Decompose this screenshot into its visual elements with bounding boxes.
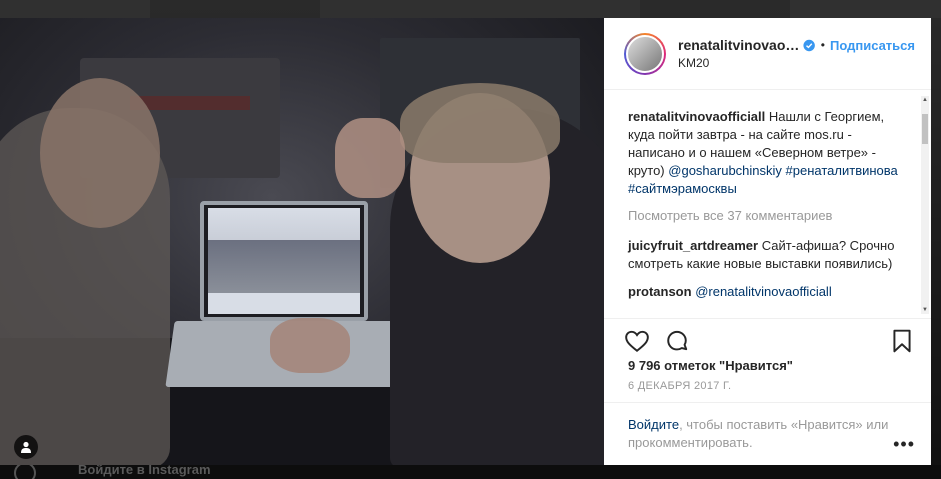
comment-icon[interactable]	[664, 328, 690, 354]
verified-icon	[803, 39, 816, 51]
post-location[interactable]: KM20	[678, 56, 915, 70]
background-tile	[790, 0, 941, 18]
post-header: renatalitvinovaoff... • Подписаться KM20	[604, 18, 931, 90]
scroll-up-arrow-icon[interactable]: ▲	[921, 96, 929, 104]
post-modal: renatalitvinovaoff... • Подписаться KM20…	[0, 18, 931, 465]
avatar[interactable]	[624, 32, 666, 75]
likes-count[interactable]: 9 796 отметок "Нравится"	[628, 358, 793, 373]
background-tile	[0, 0, 150, 18]
post-side-panel: renatalitvinovaoff... • Подписаться KM20…	[604, 18, 931, 465]
comments-scrollbar[interactable]: ▲ ▼	[921, 96, 929, 314]
caption: renatalitvinovaofficiall Нашли с Георгие…	[628, 108, 911, 198]
user-tag-button[interactable]	[14, 435, 38, 459]
comments-list[interactable]: renatalitvinovaofficiall Нашли с Георгие…	[604, 90, 931, 318]
scrollbar-thumb[interactable]	[922, 114, 928, 144]
woman-hair-shape	[400, 83, 560, 163]
post-username[interactable]: renatalitvinovaoff...	[678, 37, 799, 53]
caption-mention[interactable]: @gosharubchinskiy	[668, 163, 782, 178]
view-all-comments-link[interactable]: Посмотреть все 37 комментариев	[628, 208, 911, 223]
man-head-shape	[40, 78, 160, 228]
post-date[interactable]: 6 ДЕКАБРЯ 2017 Г.	[628, 380, 731, 392]
bookmark-icon[interactable]	[889, 328, 915, 354]
hand-on-laptop-shape	[270, 318, 350, 373]
more-options-icon[interactable]: •••	[893, 434, 915, 455]
comment-username[interactable]: juicyfruit_artdreamer	[628, 238, 758, 253]
background-tile	[320, 0, 640, 18]
comment: protanson @renatalitvinovaofficiall	[628, 283, 911, 301]
comment: juicyfruit_artdreamer Сайт-афиша? Срочно…	[628, 237, 911, 273]
follow-button[interactable]: Подписаться	[830, 38, 915, 53]
action-bar	[604, 318, 931, 358]
comment-username[interactable]: protanson	[628, 284, 692, 299]
post-photo[interactable]	[0, 18, 604, 465]
caption-username[interactable]: renatalitvinovaofficiall	[628, 109, 765, 124]
heart-icon[interactable]	[624, 328, 650, 354]
user-tag-icon	[21, 441, 31, 453]
raised-hand-shape	[335, 118, 405, 198]
header-separator: •	[820, 38, 825, 52]
login-link[interactable]: Войдите	[628, 417, 679, 432]
comment-mention[interactable]: @renatalitvinovaofficiall	[695, 284, 832, 299]
scroll-down-arrow-icon[interactable]: ▼	[921, 306, 929, 314]
laptop-display-shape	[208, 208, 360, 314]
login-prompt: Войдите, чтобы поставить «Нравится» или …	[604, 402, 931, 465]
